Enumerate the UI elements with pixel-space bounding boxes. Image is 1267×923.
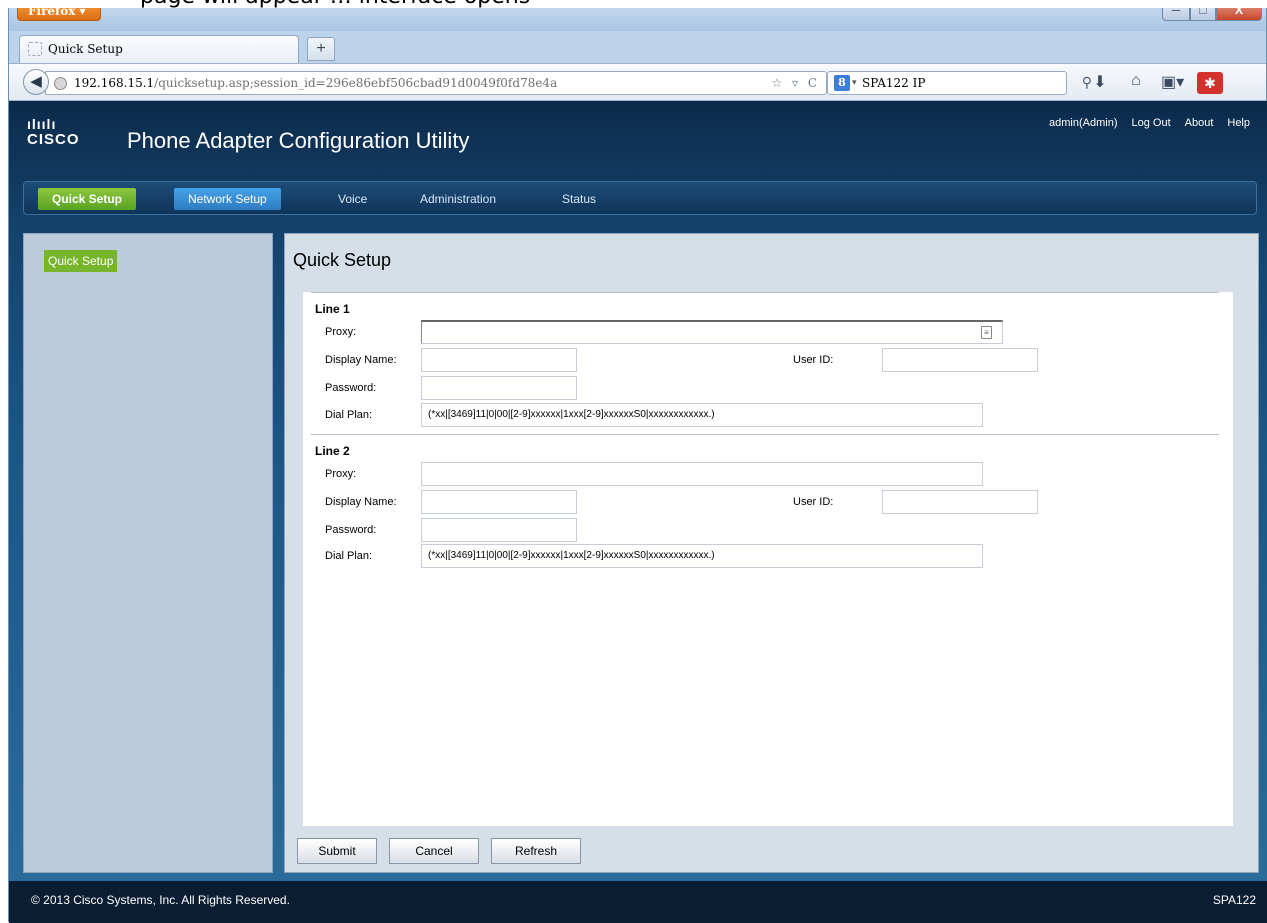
search-bar[interactable]: 8 ▾ SPA122 IP ⚲ xyxy=(827,71,1092,95)
line2-proxy-label: Proxy: xyxy=(325,468,357,480)
line2-display-name-input[interactable] xyxy=(421,490,577,514)
url-bar-tools[interactable]: ☆ ▿ C xyxy=(771,72,820,94)
line1-proxy-input[interactable] xyxy=(421,320,1003,344)
logout-link[interactable]: Log Out xyxy=(1131,117,1170,129)
help-link[interactable]: Help xyxy=(1227,117,1250,129)
line2-user-id-input[interactable] xyxy=(882,490,1038,514)
line1-user-id-input[interactable] xyxy=(882,348,1038,372)
footer: © 2013 Cisco Systems, Inc. All Rights Re… xyxy=(9,881,1267,923)
line2-title: Line 2 xyxy=(315,444,350,458)
document-caption-strip: page will appear … interface opens xyxy=(0,0,1267,8)
line2-password-input[interactable] xyxy=(421,518,577,542)
tab-bar: Quick Setup + xyxy=(9,31,1266,63)
line1-password-input[interactable] xyxy=(421,376,577,400)
content-area: Quick Setup Line 1 Proxy: ≡ Display Name… xyxy=(284,233,1259,873)
line1-user-id-label: User ID: xyxy=(793,354,834,366)
line2-dial-plan-label: Dial Plan: xyxy=(325,550,373,562)
copyright-text: © 2013 Cisco Systems, Inc. All Rights Re… xyxy=(31,893,290,907)
line1-password-label: Password: xyxy=(325,382,377,394)
refresh-button[interactable]: Refresh xyxy=(491,838,581,864)
page-content: ılıılı CISCO Phone Adapter Configuration… xyxy=(9,101,1267,923)
url-bar[interactable]: 192.168.15.1/quicksetup.asp;session_id=2… xyxy=(45,71,827,95)
search-value: SPA122 IP xyxy=(862,76,926,90)
home-icon[interactable]: ⌂ xyxy=(1125,72,1147,94)
blank-page-icon xyxy=(28,42,42,56)
navigation-bar: 192.168.15.1/quicksetup.asp;session_id=2… xyxy=(9,63,1266,101)
tab-quick-setup[interactable]: Quick Setup xyxy=(38,188,137,210)
autofill-contact-icon[interactable]: ≡ xyxy=(981,326,992,339)
quick-setup-form: Line 1 Proxy: ≡ Display Name: User ID: P… xyxy=(303,292,1233,826)
back-arrow-icon: ◀ xyxy=(30,73,42,90)
line2-user-id-label: User ID: xyxy=(793,496,834,508)
toolbar-icons: ⬇ ⌂ ▣▾ ✱ xyxy=(1089,72,1223,94)
user-name: admin(Admin) xyxy=(1049,117,1118,129)
line1-display-name-label: Display Name: xyxy=(325,354,397,366)
about-link[interactable]: About xyxy=(1185,117,1214,129)
site-identity-icon[interactable] xyxy=(54,77,67,90)
back-button[interactable]: ◀ xyxy=(23,69,49,95)
page-title: Quick Setup xyxy=(293,250,392,270)
line1-dial-plan-label: Dial Plan: xyxy=(325,409,373,421)
cancel-button[interactable]: Cancel xyxy=(389,838,479,864)
line2-dial-plan-input[interactable]: (*xx|[3469]11|0|00|[2-9]xxxxxx|1xxx[2-9]… xyxy=(421,544,983,568)
sidebar: Quick Setup xyxy=(23,233,273,873)
line2-display-name-label: Display Name: xyxy=(325,496,397,508)
model-name: SPA122 xyxy=(1212,893,1256,907)
section-divider xyxy=(311,434,1219,435)
line1-display-name-input[interactable] xyxy=(421,348,577,372)
addon-icon[interactable]: ✱ xyxy=(1197,72,1223,94)
line1-title: Line 1 xyxy=(315,302,350,316)
tab-administration[interactable]: Administration xyxy=(406,188,510,210)
caption-text: page will appear … interface opens xyxy=(140,0,530,8)
url-host: 192.168.15.1 xyxy=(74,76,155,90)
cisco-logo-word: CISCO xyxy=(27,131,80,148)
line1-dial-plan-input[interactable]: (*xx|[3469]11|0|00|[2-9]xxxxxx|1xxx[2-9]… xyxy=(421,403,983,427)
cisco-logo-bars: ılıılı xyxy=(27,116,57,132)
search-engine-icon[interactable]: 8 xyxy=(834,75,850,91)
bookmarks-icon[interactable]: ▣▾ xyxy=(1161,72,1184,94)
line2-password-label: Password: xyxy=(325,524,377,536)
app-title: Phone Adapter Configuration Utility xyxy=(127,128,470,153)
browser-tab[interactable]: Quick Setup xyxy=(19,35,299,63)
downloads-icon[interactable]: ⬇ xyxy=(1089,72,1111,94)
main-nav: Quick Setup Network Setup Voice Administ… xyxy=(23,181,1257,215)
cisco-logo: ılıılı CISCO xyxy=(27,117,80,149)
tab-network-setup[interactable]: Network Setup xyxy=(174,188,281,210)
section-divider xyxy=(311,292,1219,293)
tab-title: Quick Setup xyxy=(48,42,123,56)
line1-proxy-label: Proxy: xyxy=(325,326,357,338)
url-path: /quicksetup.asp;session_id=296e86ebf506c… xyxy=(154,76,558,90)
search-engine-caret-icon[interactable]: ▾ xyxy=(852,72,857,94)
line2-proxy-input[interactable] xyxy=(421,462,983,486)
tab-status[interactable]: Status xyxy=(548,188,610,210)
app-header: ılıılı CISCO Phone Adapter Configuration… xyxy=(9,101,1267,177)
tab-voice[interactable]: Voice xyxy=(324,188,381,210)
browser-window: Firefox ▾ ─ □ X Quick Setup + 192.168.15… xyxy=(8,0,1267,923)
sidebar-item-quick-setup[interactable]: Quick Setup xyxy=(44,250,118,272)
submit-button[interactable]: Submit xyxy=(297,838,377,864)
user-links: admin(Admin) Log Out About Help xyxy=(1049,117,1250,129)
new-tab-button[interactable]: + xyxy=(307,37,335,61)
